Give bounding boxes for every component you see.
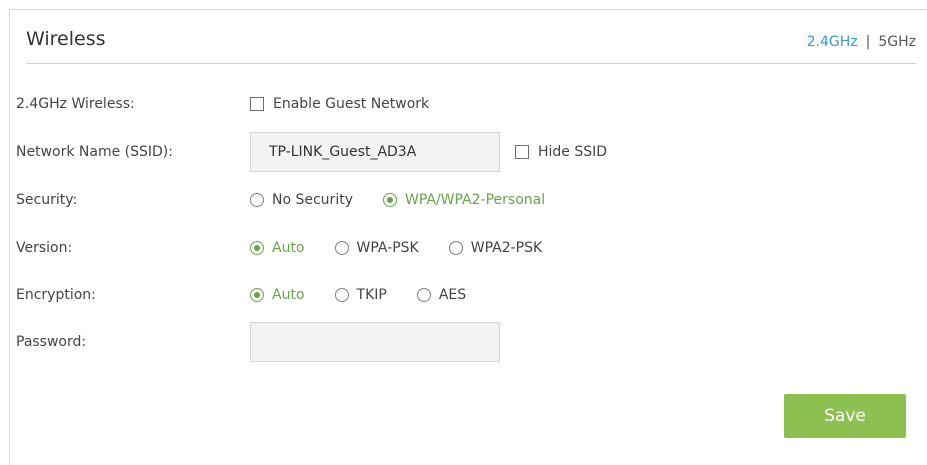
encryption-tkip-label: TKIP: [356, 287, 387, 303]
row-password: Password:: [16, 322, 896, 362]
row-wireless: 2.4GHz Wireless: Enable Guest Network: [16, 84, 896, 124]
wpa-personal-radio[interactable]: [382, 193, 397, 207]
version-wpa-psk-label: WPA-PSK: [356, 240, 419, 256]
no-security-radio[interactable]: [250, 193, 264, 207]
row-encryption: Encryption: Auto TKIP AES: [16, 275, 896, 315]
ssid-label: Network Name (SSID):: [16, 144, 173, 160]
version-label: Version:: [16, 240, 73, 256]
version-wpa2-psk-radio[interactable]: [448, 241, 463, 255]
security-option-wpa-personal[interactable]: WPA/WPA2-Personal: [382, 192, 546, 208]
enable-guest-network-option[interactable]: Enable Guest Network: [250, 96, 429, 112]
version-wpa2-psk-label: WPA2-PSK: [470, 240, 543, 256]
row-security: Security: No Security WPA/WPA2-Personal: [16, 180, 896, 220]
encryption-aes-label: AES: [438, 287, 467, 303]
version-option-auto[interactable]: Auto: [250, 240, 305, 256]
password-label: Password:: [16, 334, 87, 350]
wpa-personal-label: WPA/WPA2-Personal: [404, 192, 546, 208]
version-option-wpa2-psk[interactable]: WPA2-PSK: [448, 240, 543, 256]
hide-ssid-label: Hide SSID: [538, 144, 608, 160]
ssid-input[interactable]: [250, 132, 500, 172]
wireless-label: 2.4GHz Wireless:: [16, 96, 135, 112]
encryption-option-aes[interactable]: AES: [416, 287, 467, 303]
page-title: Wireless: [26, 28, 106, 50]
hide-ssid-option[interactable]: Hide SSID: [515, 144, 607, 160]
security-label: Security:: [16, 192, 78, 208]
band-5ghz-link[interactable]: 5GHz: [878, 34, 916, 50]
encryption-option-auto[interactable]: Auto: [250, 287, 305, 303]
row-version: Version: Auto WPA-PSK WPA2-PSK: [16, 228, 896, 268]
version-wpa-psk-radio[interactable]: [334, 241, 349, 255]
no-security-label: No Security: [272, 192, 353, 208]
encryption-label: Encryption:: [16, 287, 96, 303]
encryption-aes-radio[interactable]: [416, 288, 431, 302]
enable-guest-network-label: Enable Guest Network: [273, 96, 430, 112]
panel-header: Wireless 2.4GHz | 5GHz: [26, 10, 916, 64]
version-option-wpa-psk[interactable]: WPA-PSK: [334, 240, 419, 256]
version-auto-label: Auto: [272, 240, 305, 256]
encryption-tkip-radio[interactable]: [334, 288, 349, 302]
hide-ssid-checkbox[interactable]: [515, 145, 529, 159]
band-24ghz-link[interactable]: 2.4GHz: [807, 34, 858, 50]
band-separator: |: [865, 34, 871, 50]
security-option-no-security[interactable]: No Security: [250, 192, 353, 208]
band-switcher: 2.4GHz | 5GHz: [807, 34, 916, 50]
version-auto-radio[interactable]: [250, 241, 264, 255]
encryption-auto-label: Auto: [272, 287, 305, 303]
save-button[interactable]: Save: [784, 394, 906, 438]
encryption-option-tkip[interactable]: TKIP: [334, 287, 387, 303]
password-input[interactable]: [250, 322, 500, 362]
enable-guest-network-checkbox[interactable]: [250, 97, 264, 111]
row-ssid: Network Name (SSID): Hide SSID: [16, 132, 896, 172]
encryption-auto-radio[interactable]: [250, 288, 264, 302]
